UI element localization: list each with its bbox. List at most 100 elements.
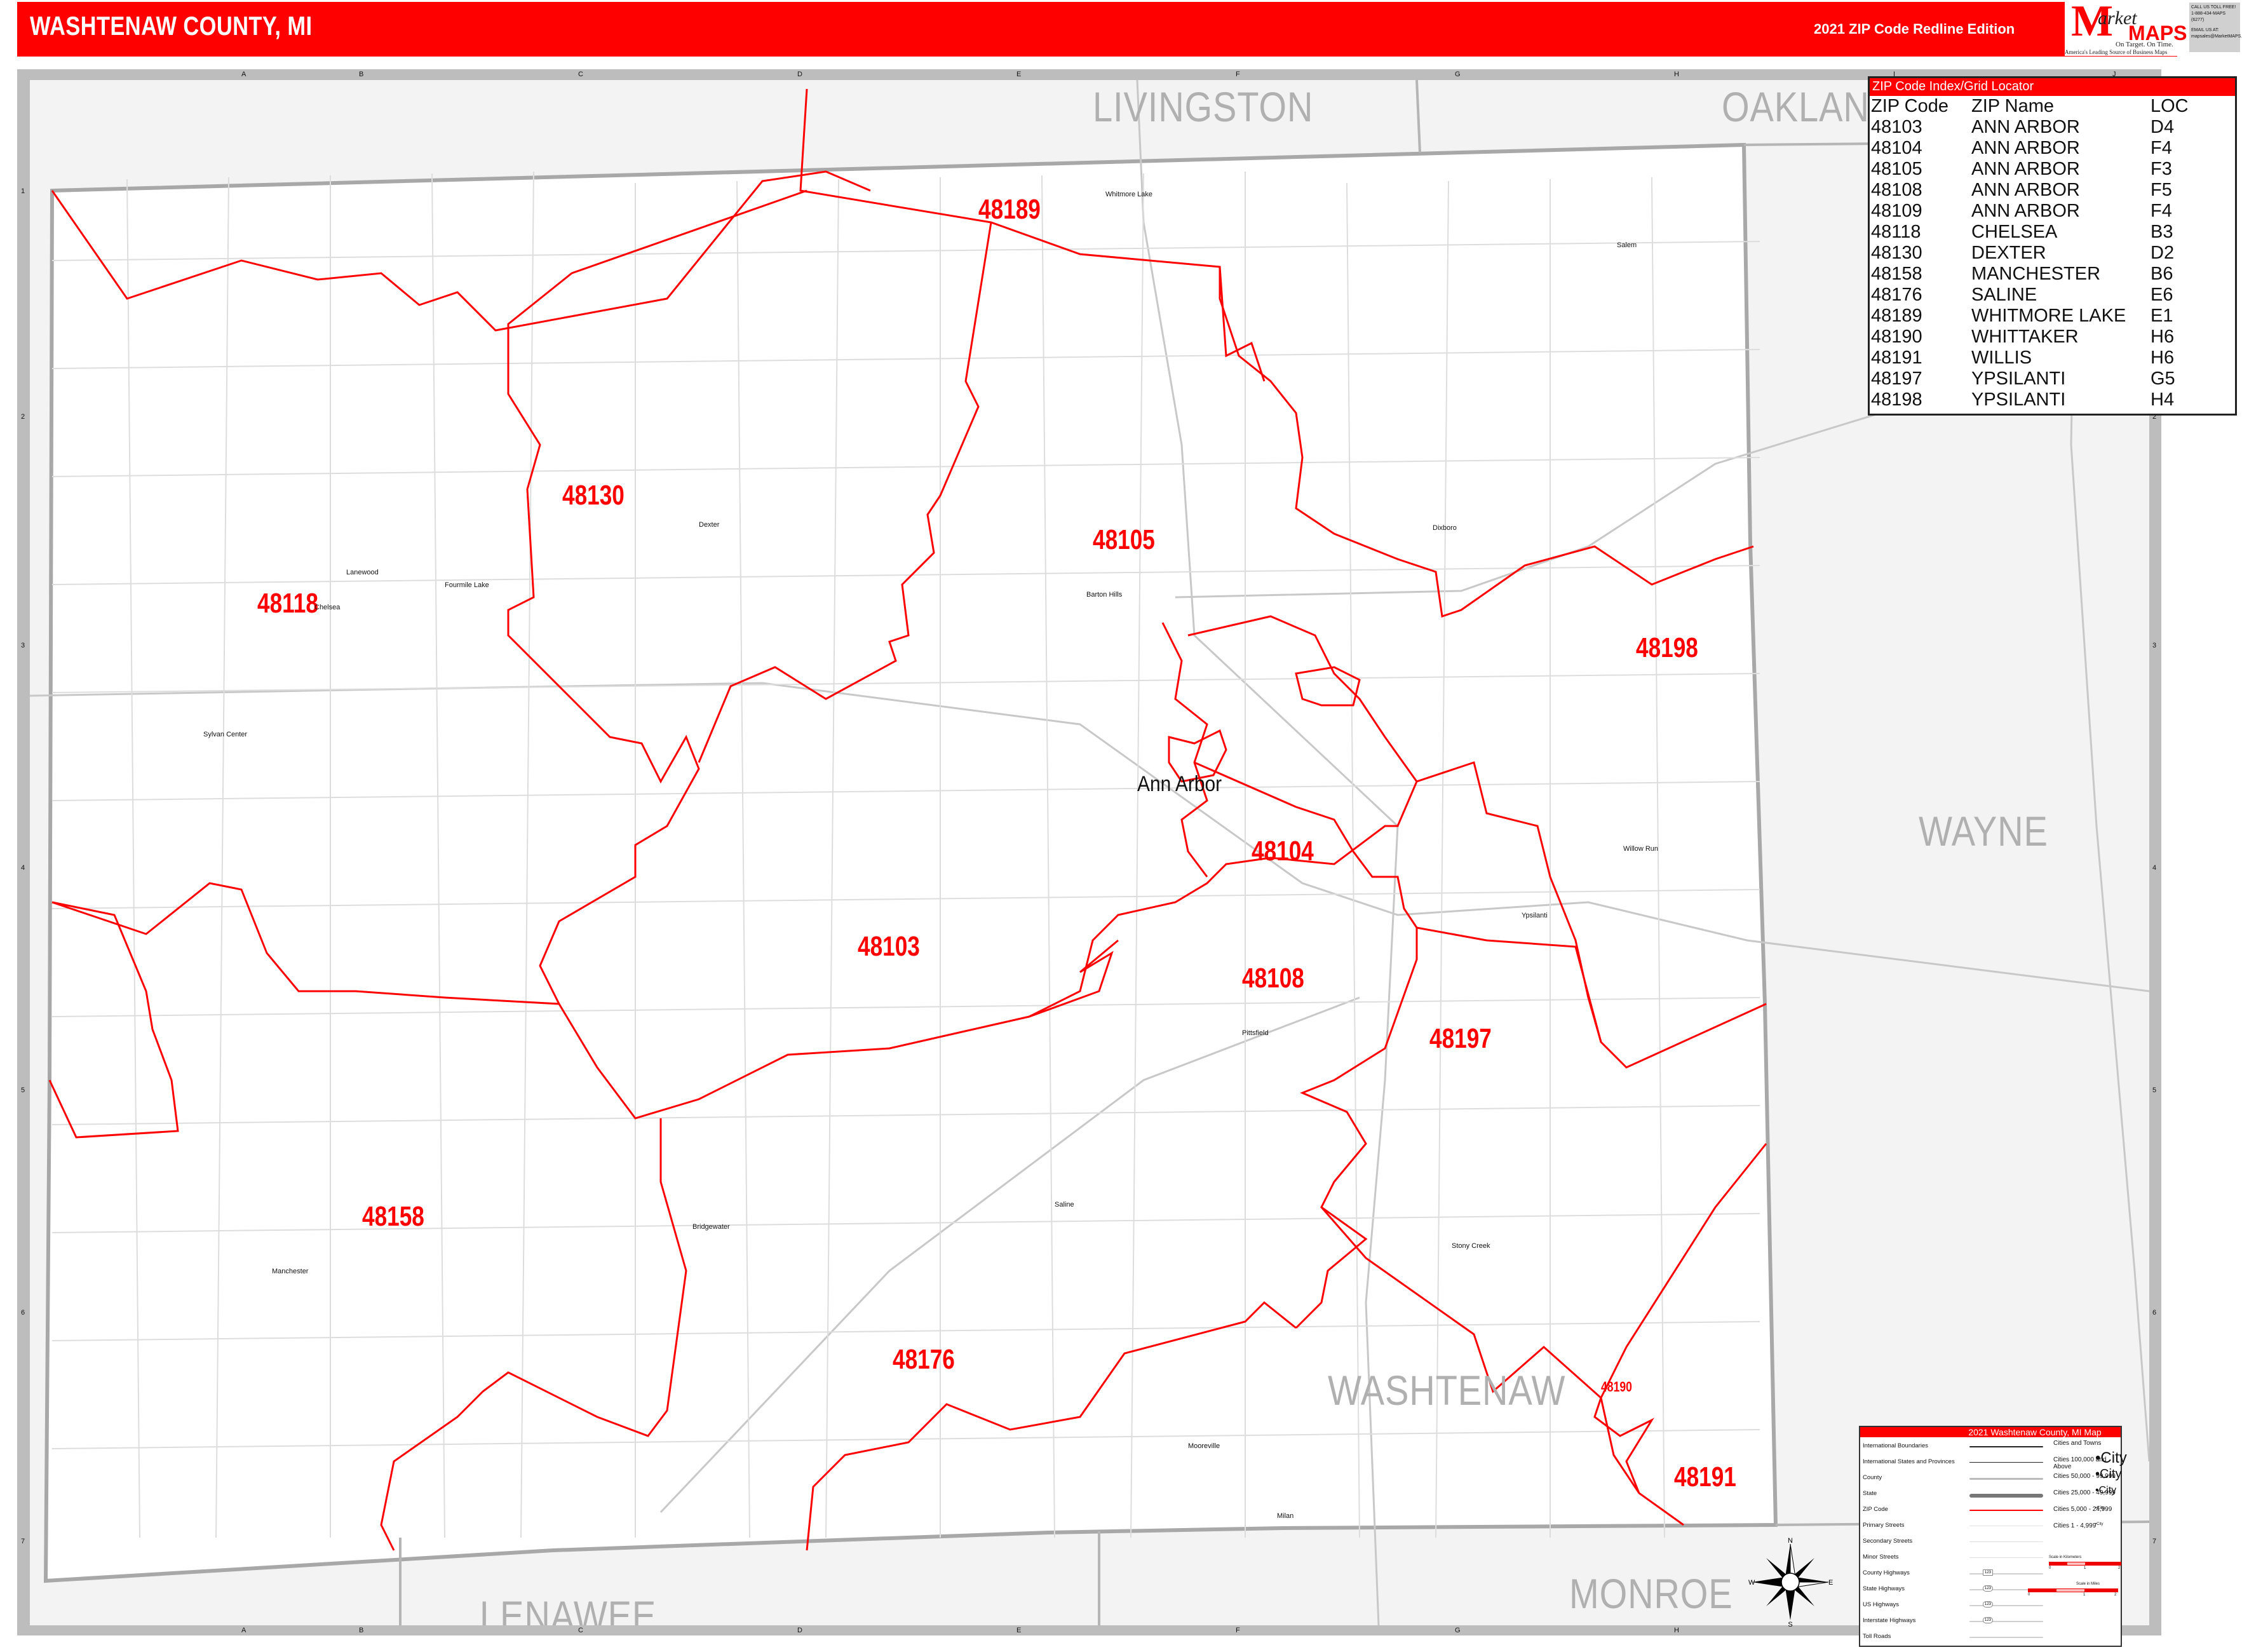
legend-city-sample: •City <box>2095 1485 2116 1496</box>
loc-cell: H6 <box>2151 348 2175 368</box>
legend-item-label: Toll Roads <box>1863 1633 1891 1640</box>
zip-label-48158[interactable]: 48158 <box>362 1201 424 1233</box>
loc-cell: D4 <box>2151 117 2175 137</box>
town-label[interactable]: Ypsilanti <box>1522 912 1548 919</box>
city-dot-icon: • <box>2095 1467 2100 1481</box>
legend-item-label: ZIP Code <box>1863 1506 1888 1513</box>
county-label-washtenaw: WASHTENAW <box>1328 1367 1566 1414</box>
zip-label-48191[interactable]: 48191 <box>1674 1461 1736 1493</box>
header-bar: WASHTENAW COUNTY, MI 2021 ZIP Code Redli… <box>17 2 2177 57</box>
grid-col-top-C: C <box>578 71 583 78</box>
town-label[interactable]: Lanewood <box>346 569 379 576</box>
zip-label-48104[interactable]: 48104 <box>1252 836 1314 867</box>
town-label[interactable]: Sylvan Center <box>203 731 247 738</box>
grid-col-top-G: G <box>1455 71 1461 78</box>
zip-code-cell: 48108 <box>1871 180 1922 200</box>
zip-name-cell: YPSILANTI <box>1971 369 2066 389</box>
compass-n: N <box>1788 1538 1793 1545</box>
legend-line-symbol <box>1969 1446 2043 1447</box>
zip-index-row: 48130 DEXTER D2 <box>1871 243 2189 264</box>
legend-item-label: Interstate Highways <box>1863 1617 1916 1624</box>
grid-col-bottom-D: D <box>797 1627 802 1634</box>
city-label-ann-arbor[interactable]: Ann Arbor <box>1137 772 1222 797</box>
highway-shield-icon: 123 <box>1983 1617 1994 1623</box>
highway-shield-icon: 123 <box>1983 1601 1994 1608</box>
phone-label: CALL US TOLL FREE! <box>2191 5 2236 10</box>
town-label[interactable]: Fourmile Lake <box>445 581 489 589</box>
grid-col-bottom-F: F <box>1236 1627 1240 1634</box>
zip-label-48130[interactable]: 48130 <box>562 480 625 511</box>
legend-city-sample: •City <box>2095 1522 2103 1526</box>
col-header-loc: LOC <box>2151 96 2189 116</box>
zip-index-row: 48158 MANCHESTER B6 <box>1871 264 2189 285</box>
zip-label-48118[interactable]: 48118 <box>257 588 318 620</box>
grid-col-bottom-H: H <box>1674 1627 1679 1634</box>
map-area[interactable]: LIVINGSTON OAKLAND WAYNE WASHTENAW LENAWEE MO… <box>30 80 2149 1625</box>
zip-name-cell: WHITTAKER <box>1971 327 2079 347</box>
zip-index-row: 48189 WHITMORE LAKE E1 <box>1871 306 2189 327</box>
zip-label-48189[interactable]: 48189 <box>978 194 1041 226</box>
market-maps-logo: M arket MAPS On Target. On Time. America… <box>2065 0 2242 56</box>
legend-line-symbol <box>1969 1494 2043 1498</box>
zip-index-grid: ZIP Code ZIP Name LOC 48103 ANN ARBOR D4 48… <box>1871 96 2189 410</box>
town-label[interactable]: Barton Hills <box>1086 591 1122 599</box>
grid-row-right-6: 6 <box>2152 1309 2157 1317</box>
town-label[interactable]: Chelsea <box>314 604 340 611</box>
zip-name-cell: SALINE <box>1971 285 2037 305</box>
zip-code-cell: 48176 <box>1871 285 1922 305</box>
scale-km-tick-1: 1 <box>2084 1566 2086 1570</box>
town-label[interactable]: Dixboro <box>1433 524 1457 532</box>
zip-label-48198[interactable]: 48198 <box>1636 632 1698 664</box>
zip-name-cell: YPSILANTI <box>1971 389 2066 410</box>
city-sample-text: City <box>2100 1449 2127 1467</box>
grid-col-bottom-B: B <box>359 1627 364 1634</box>
legend-title: 2021 Washtenaw County, MI Map <box>1860 1427 2121 1437</box>
town-label[interactable]: Bridgewater <box>692 1223 730 1231</box>
town-label[interactable]: Pittsfield <box>1242 1029 1269 1037</box>
town-label[interactable]: Saline <box>1055 1201 1074 1209</box>
grid-col-bottom-A: A <box>241 1627 246 1634</box>
phone-number: 1-888-434-MAPS (6277) <box>2191 11 2226 22</box>
town-label[interactable]: Milan <box>1277 1512 1293 1520</box>
legend-item-label: International States and Provinces <box>1863 1458 1955 1465</box>
map-legend: 2021 Washtenaw County, MI Map Internatio… <box>1859 1426 2127 1647</box>
loc-cell: D2 <box>2151 243 2175 263</box>
zip-name-cell: ANN ARBOR <box>1971 138 2080 158</box>
town-label[interactable]: Manchester <box>272 1268 308 1275</box>
legend-line-symbol <box>1969 1510 2043 1511</box>
legend-line-symbol <box>1969 1462 2043 1463</box>
loc-cell: F3 <box>2151 159 2172 179</box>
zip-label-48108[interactable]: 48108 <box>1242 963 1304 994</box>
loc-cell: F5 <box>2151 180 2172 200</box>
town-label[interactable]: Dexter <box>699 521 719 529</box>
scale-mi-label: Scale in Miles <box>2076 1582 2100 1586</box>
city-sample-text: City <box>2097 1506 2105 1510</box>
zip-index-row: 48191 WILLIS H6 <box>1871 348 2189 369</box>
grid-col-top-H: H <box>1674 71 1679 78</box>
grid-row-left-5: 5 <box>21 1087 25 1094</box>
zip-code-cell: 48105 <box>1871 159 1922 179</box>
legend-city-sample: •City <box>2095 1467 2121 1482</box>
map-title: WASHTENAW COUNTY, MI <box>30 11 313 41</box>
logo-tagline: On Target. On Time. <box>2116 41 2173 48</box>
grid-row-right-7: 7 <box>2152 1538 2157 1545</box>
legend-item-label: US Highways <box>1863 1601 1900 1608</box>
town-label[interactable]: Salem <box>1617 241 1637 249</box>
town-label[interactable]: Stony Creek <box>1452 1242 1490 1250</box>
loc-cell: E1 <box>2151 306 2173 326</box>
zip-index-row: 48105 ANN ARBOR F3 <box>1871 159 2189 180</box>
zip-label-48105[interactable]: 48105 <box>1093 524 1155 556</box>
zip-label-48103[interactable]: 48103 <box>858 931 920 963</box>
zip-code-cell: 48104 <box>1871 138 1922 158</box>
grid-row-left-1: 1 <box>21 187 25 195</box>
town-label[interactable]: Whitmore Lake <box>1105 191 1152 198</box>
county-label-wayne: WAYNE <box>1919 808 2048 855</box>
scale-km-tick-2: 2 <box>2118 1566 2121 1570</box>
town-label[interactable]: Willow Run <box>1623 845 1658 853</box>
zip-index-row: 48118 CHELSEA B3 <box>1871 222 2189 243</box>
town-label[interactable]: Mooreville <box>1188 1442 1220 1450</box>
zip-label-48197[interactable]: 48197 <box>1429 1023 1492 1055</box>
zip-label-48176[interactable]: 48176 <box>893 1344 955 1376</box>
compass-rose: N S W E <box>1748 1538 1833 1627</box>
zip-label-48190[interactable]: 48190 <box>1601 1379 1632 1395</box>
